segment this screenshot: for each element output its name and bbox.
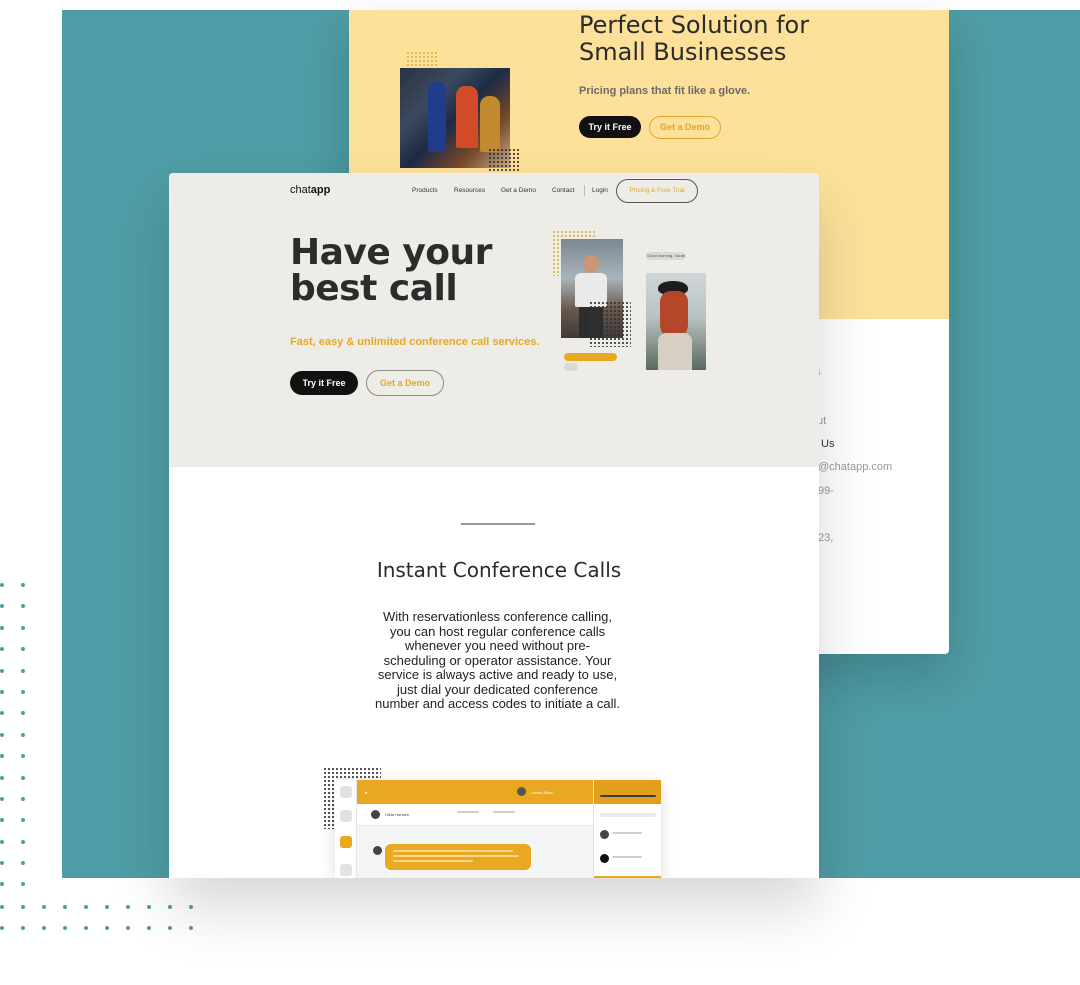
- section-divider: [461, 523, 535, 525]
- logo-bold: app: [310, 184, 331, 196]
- mockup-header: ● Lorna Oliver: [357, 780, 593, 804]
- back-try-free-button[interactable]: Try it Free: [579, 116, 641, 138]
- nav-get-demo[interactable]: Get a Demo: [501, 187, 536, 194]
- nav-login[interactable]: Login: [592, 187, 608, 194]
- back-page-subtitle: Pricing plans that fit like a glove.: [579, 85, 751, 97]
- app-mockup: ● Lorna Oliver Hilda Hansen: [335, 780, 661, 878]
- chat-chip-message: [564, 353, 617, 361]
- logo-light: chat: [290, 184, 311, 196]
- chat-chip-greeting: Good morning, Sarah: [646, 252, 686, 260]
- nav-resources[interactable]: Resources: [454, 187, 485, 194]
- back-footer-fragment[interactable]: @chatapp.com: [818, 461, 892, 473]
- decorative-dots: [488, 148, 520, 174]
- decorative-dots: [589, 301, 631, 347]
- hero-title: Have your best call: [290, 232, 492, 309]
- hero-try-free-button[interactable]: Try it Free: [290, 371, 358, 395]
- section-body: With reservationless conference calling,…: [375, 609, 620, 711]
- mockup-contact-row: Hilda Hansen: [357, 804, 593, 826]
- decorative-dot-grid-left: [0, 583, 42, 887]
- back-page-title: Perfect Solution for Small Businesses: [579, 11, 810, 66]
- front-page-hero: chatapp Products Resources Get a Demo Co…: [169, 173, 819, 467]
- back-get-demo-button[interactable]: Get a Demo: [649, 116, 721, 139]
- pricing-free-trial-button[interactable]: Pricing & Free Trial: [616, 179, 698, 203]
- back-footer-fragment[interactable]: Us: [821, 438, 834, 450]
- decorative-dot-grid-bottom: [0, 905, 210, 930]
- hero-subtitle: Fast, easy & unlimited conference call s…: [290, 336, 540, 348]
- mockup-sidebar: [335, 780, 357, 878]
- back-footer-fragment: 23,: [818, 532, 834, 544]
- mockup-avatar: [517, 787, 526, 796]
- mockup-message-bubble: [385, 844, 531, 870]
- nav-contact[interactable]: Contact: [552, 187, 574, 194]
- chat-chip-reply: [564, 363, 578, 371]
- mockup-conversation-list: [593, 780, 661, 878]
- front-page-screenshot: chatapp Products Resources Get a Demo Co…: [169, 173, 819, 878]
- mockup-user-name: Lorna Oliver: [531, 790, 553, 795]
- mockup-contact-name: Hilda Hansen: [385, 812, 410, 817]
- chatapp-logo[interactable]: chatapp: [290, 184, 330, 196]
- section-title: Instant Conference Calls: [376, 558, 622, 582]
- hero-get-demo-button[interactable]: Get a Demo: [366, 370, 444, 396]
- back-footer-fragment: 99-: [818, 485, 834, 497]
- nav-products[interactable]: Products: [412, 187, 438, 194]
- woman-photo: [646, 273, 706, 370]
- nav-divider: [584, 185, 585, 196]
